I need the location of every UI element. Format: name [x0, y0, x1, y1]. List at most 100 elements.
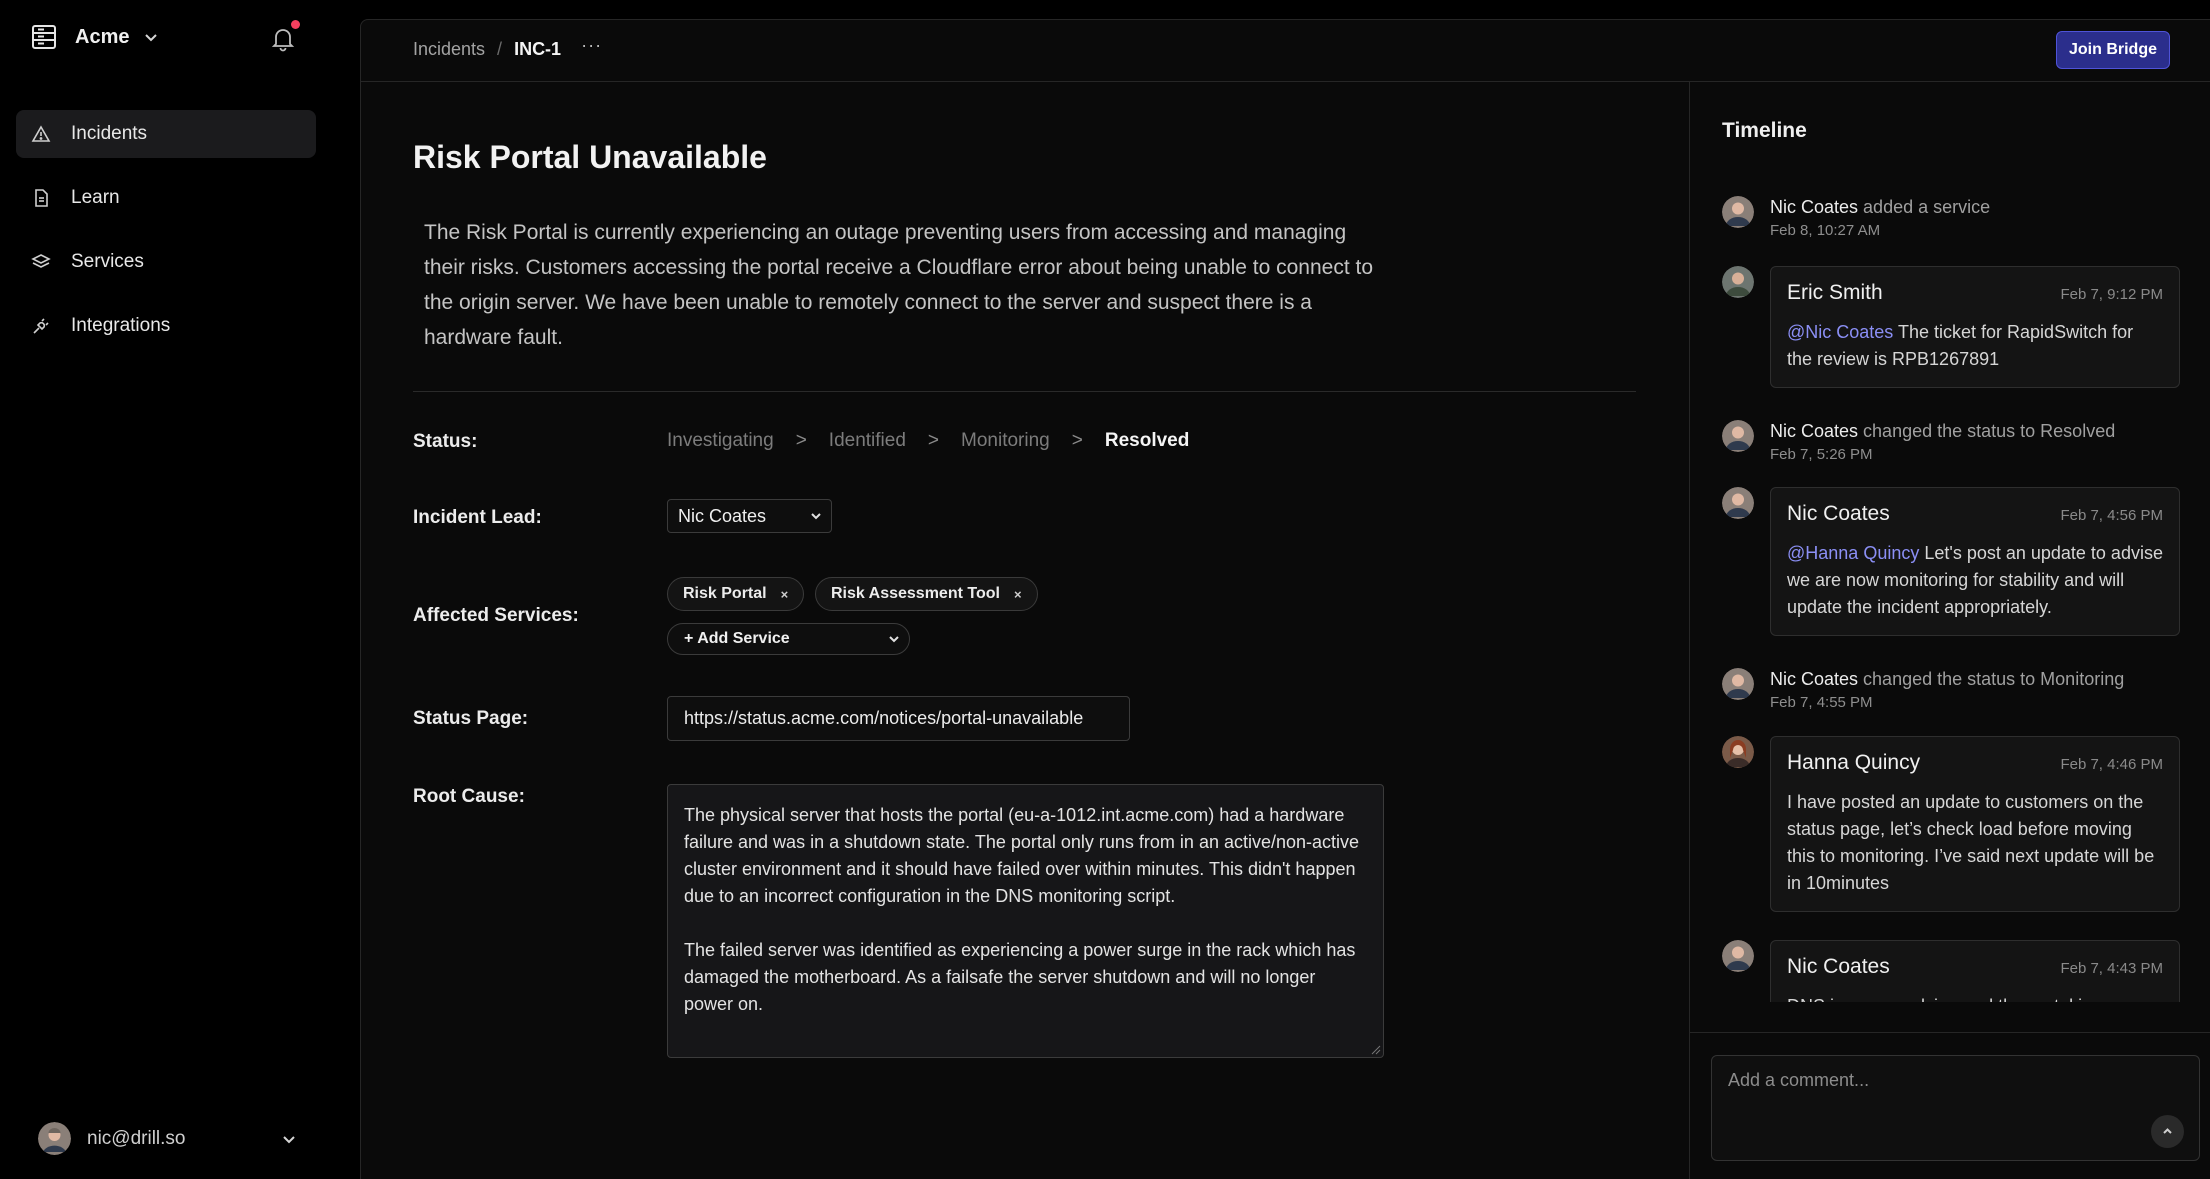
- comment-card: Eric Smith Feb 7, 9:12 PM @Nic Coates The…: [1770, 266, 2180, 388]
- service-chip-label: Risk Assessment Tool: [831, 585, 1000, 602]
- comment-body: @Nic Coates The ticket for RapidSwitch f…: [1787, 319, 2163, 373]
- send-comment-button[interactable]: [2151, 1115, 2184, 1148]
- timeline-title: Timeline: [1722, 119, 1807, 142]
- chevron-down-icon: [283, 1135, 295, 1143]
- sidebar-item-services[interactable]: Services: [16, 238, 316, 286]
- sidebar-item-label: Incidents: [71, 123, 148, 144]
- event-action: added a service: [1863, 197, 1991, 217]
- timeline-feed[interactable]: Nic Coates added a service Feb 8, 10:27 …: [1690, 172, 2210, 1002]
- event-time: Feb 7, 4:55 PM: [1770, 694, 1873, 711]
- breadcrumb-incidents-link[interactable]: Incidents: [413, 39, 485, 60]
- comment-author: Eric Smith: [1787, 281, 1883, 304]
- root-cause-textarea[interactable]: The physical server that hosts the porta…: [667, 784, 1384, 1058]
- root-cause-label: Root Cause:: [413, 786, 525, 807]
- comment-time: Feb 7, 4:46 PM: [2060, 756, 2163, 773]
- comment-body: I have posted an update to customers on …: [1787, 792, 2155, 893]
- root-cause-paragraph: The physical server that hosts the porta…: [684, 805, 1360, 906]
- sidebar-item-label: Services: [71, 251, 144, 272]
- top-bar: Incidents / INC-1 ··· Join Bridge: [361, 20, 2210, 82]
- chevron-down-icon: [811, 513, 821, 520]
- join-bridge-button[interactable]: Join Bridge: [2055, 31, 2170, 69]
- notification-badge: [291, 20, 300, 29]
- affected-services-label: Affected Services:: [413, 605, 579, 626]
- status-page-label: Status Page:: [413, 708, 529, 729]
- event-action: changed the status to Resolved: [1863, 421, 2116, 441]
- chevron-up-icon: [2163, 1128, 2172, 1134]
- remove-service-button[interactable]: ×: [1014, 587, 1022, 602]
- comment-card: Nic Coates Feb 7, 4:43 PM DNS is now reso…: [1770, 940, 2180, 1002]
- chevron-down-icon: [145, 34, 158, 42]
- status-arrow: >: [795, 430, 807, 451]
- page-title: Risk Portal Unavailable: [413, 139, 767, 175]
- avatar: [1722, 487, 1754, 519]
- comment-body: DNS is now resolving and the portal is: [1787, 993, 2163, 1002]
- incident-lead-label: Incident Lead:: [413, 507, 542, 528]
- comment-card: Nic Coates Feb 7, 4:56 PM @Hanna Quincy L…: [1770, 487, 2180, 636]
- resize-handle-icon[interactable]: [1371, 1045, 1381, 1055]
- comment-author: Nic Coates: [1787, 955, 1890, 978]
- comment-input[interactable]: Add a comment...: [1711, 1055, 2200, 1161]
- remove-service-button[interactable]: ×: [781, 587, 789, 602]
- event-time: Feb 7, 5:26 PM: [1770, 446, 1873, 463]
- document-icon: [35, 189, 48, 207]
- sidebar-item-integrations[interactable]: Integrations: [16, 302, 316, 350]
- sidebar-nav: Incidents Learn Services Integrations: [16, 110, 316, 366]
- comment-time: Feb 7, 9:12 PM: [2060, 286, 2163, 303]
- org-switcher[interactable]: Acme: [31, 24, 159, 50]
- service-chip-risk-portal: Risk Portal ×: [667, 577, 805, 611]
- add-service-label: + Add Service: [684, 630, 790, 647]
- comment-author: Nic Coates: [1787, 502, 1890, 525]
- sidebar-item-learn[interactable]: Learn: [16, 174, 316, 222]
- mention-link[interactable]: @Nic Coates: [1787, 322, 1893, 342]
- warning-triangle-icon: [31, 125, 51, 142]
- status-label: Status:: [413, 431, 478, 452]
- event-time: Feb 8, 10:27 AM: [1770, 222, 1881, 239]
- status-page-url-field[interactable]: https://status.acme.com/notices/portal-u…: [667, 696, 1130, 741]
- plug-icon: [33, 318, 49, 334]
- more-options-button[interactable]: ···: [581, 35, 602, 56]
- chevron-down-icon: [889, 636, 899, 643]
- event-actor: Nic Coates: [1770, 197, 1859, 217]
- avatar: [1722, 196, 1754, 228]
- sidebar-item-incidents[interactable]: Incidents: [16, 110, 316, 158]
- status-step-monitoring[interactable]: Monitoring: [961, 430, 1050, 452]
- org-name: Acme: [75, 25, 130, 48]
- root-cause-paragraph: The failed server was identified as expe…: [684, 940, 1356, 1014]
- bell-icon: [271, 29, 295, 52]
- avatar: [1722, 668, 1754, 700]
- notifications-button[interactable]: [270, 20, 300, 52]
- main-panel: Incidents / INC-1 ··· Join Bridge Risk P…: [360, 19, 2210, 1179]
- app-root: Acme Incidents Learn Services Integratio…: [0, 0, 2210, 1179]
- sidebar-item-label: Learn: [71, 187, 120, 208]
- event-text: Nic Coates changed the status to Resolve…: [1770, 421, 2115, 442]
- incident-description[interactable]: The Risk Portal is currently experiencin…: [424, 215, 1379, 355]
- event-actor: Nic Coates: [1770, 421, 1859, 441]
- sidebar-item-label: Integrations: [71, 315, 171, 336]
- user-menu[interactable]: nic@drill.so: [38, 1122, 298, 1155]
- add-service-select[interactable]: + Add Service: [667, 623, 910, 655]
- timeline-panel: Timeline Nic Coates added a service Feb …: [1689, 82, 2210, 1179]
- breadcrumb: Incidents / INC-1 ···: [413, 35, 602, 60]
- incident-lead-value: Nic Coates: [678, 505, 767, 526]
- event-action: changed the status to Monitoring: [1863, 669, 2125, 689]
- divider: [413, 391, 1636, 392]
- comment-time: Feb 7, 4:43 PM: [2060, 960, 2163, 977]
- status-stepper: Investigating > Identified > Monitoring …: [667, 430, 1211, 452]
- event-text: Nic Coates changed the status to Monitor…: [1770, 669, 2124, 690]
- service-chip-label: Risk Portal: [683, 585, 767, 602]
- incident-lead-select[interactable]: Nic Coates: [667, 499, 832, 533]
- divider: [1690, 1032, 2210, 1033]
- mention-link[interactable]: @Hanna Quincy: [1787, 543, 1919, 563]
- breadcrumb-current: INC-1: [514, 39, 562, 59]
- status-step-identified[interactable]: Identified: [829, 430, 906, 452]
- status-step-investigating[interactable]: Investigating: [667, 430, 774, 452]
- status-step-resolved[interactable]: Resolved: [1105, 430, 1189, 452]
- status-arrow: >: [1071, 430, 1083, 451]
- user-email: nic@drill.so: [87, 1127, 186, 1149]
- comment-time: Feb 7, 4:56 PM: [2060, 507, 2163, 524]
- comment-placeholder: Add a comment...: [1728, 1070, 1870, 1090]
- avatar: [1722, 940, 1754, 972]
- event-actor: Nic Coates: [1770, 669, 1859, 689]
- breadcrumb-separator: /: [497, 39, 503, 59]
- sidebar: Acme Incidents Learn Services Integratio…: [0, 0, 360, 1179]
